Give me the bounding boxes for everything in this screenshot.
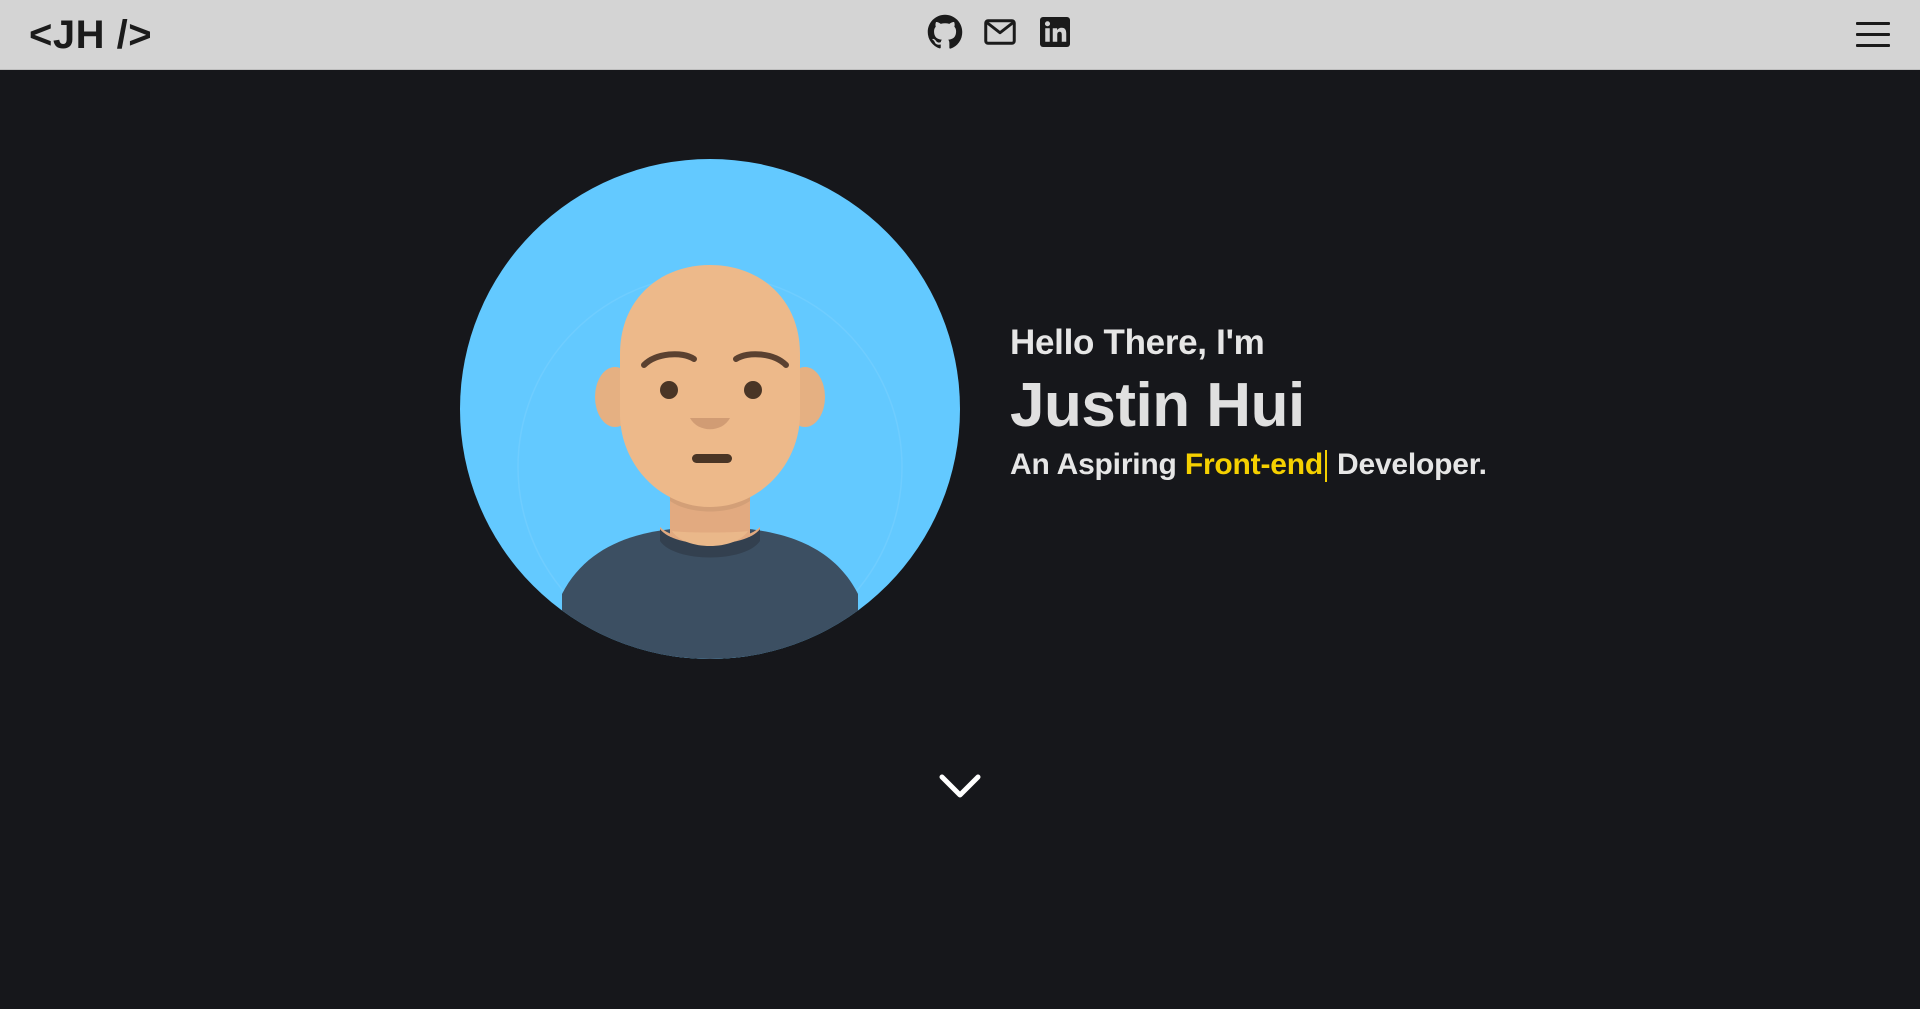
github-icon — [927, 14, 963, 49]
typing-cursor — [1325, 450, 1327, 483]
social-links — [927, 14, 1073, 50]
avatar-illustration — [460, 159, 960, 659]
mail-icon — [984, 19, 1016, 45]
scroll-down-button[interactable] — [938, 770, 982, 802]
tagline-prefix: An Aspiring — [1010, 448, 1177, 481]
tagline-highlight: Front-end — [1184, 448, 1323, 481]
hero-name: Justin Hui — [1010, 371, 1305, 440]
avatar — [460, 159, 960, 659]
linkedin-link[interactable] — [1037, 14, 1073, 50]
greeting-text: Hello There, I'm — [1010, 323, 1265, 362]
email-link[interactable] — [982, 14, 1018, 50]
intro-text: Hello There, I'm Justin Hui An Aspiring … — [1010, 318, 1487, 490]
site-logo[interactable]: <JH /> — [29, 11, 152, 59]
github-link[interactable] — [927, 14, 963, 50]
navbar: <JH /> — [0, 0, 1920, 70]
chevron-down-icon — [939, 774, 981, 798]
hamburger-menu-icon — [1856, 22, 1890, 25]
tagline-suffix: Developer. — [1337, 448, 1487, 481]
linkedin-icon — [1040, 17, 1070, 47]
tagline: An Aspiring Front-end Developer. — [1010, 440, 1487, 490]
hamburger-menu-button[interactable] — [1856, 20, 1892, 50]
